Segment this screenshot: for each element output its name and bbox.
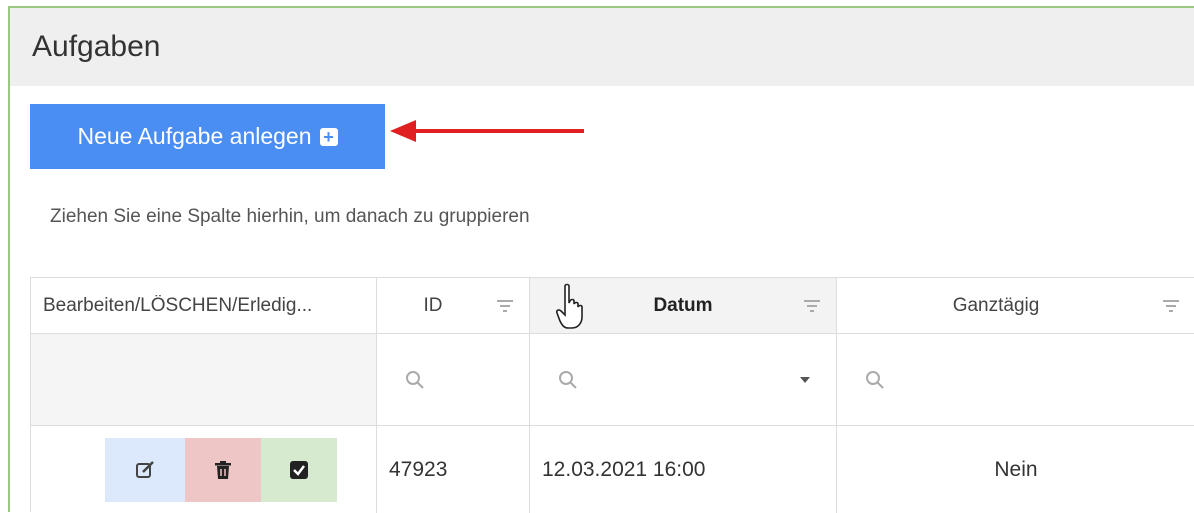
filter-input-id[interactable] — [377, 334, 530, 426]
row-actions — [31, 426, 377, 513]
filter-icon[interactable] — [1161, 296, 1181, 316]
filter-cell-actions — [31, 334, 377, 426]
delete-button[interactable] — [185, 438, 261, 502]
filter-input-datum[interactable] — [530, 334, 837, 426]
chevron-down-icon[interactable] — [800, 377, 810, 383]
trash-icon — [215, 461, 231, 479]
search-icon — [559, 371, 577, 389]
hand-cursor-icon — [556, 283, 583, 329]
filter-icon[interactable] — [802, 296, 822, 316]
new-task-label: Neue Aufgabe anlegen — [77, 123, 312, 149]
table-row: 47923 12.03.2021 16:00 Nein — [31, 426, 1194, 513]
edit-button[interactable] — [105, 438, 185, 502]
cell-ganztaegig: Nein — [837, 426, 1194, 513]
column-header-label: Bearbeiten/LÖSCHEN/Erledig... — [43, 294, 313, 316]
column-header-id[interactable]: ID — [377, 278, 530, 334]
page-title: Aufgaben — [32, 30, 161, 63]
mark-done-button[interactable] — [261, 438, 337, 502]
datum-value: 12.03.2021 16:00 — [542, 457, 706, 481]
column-header-ganztaegig[interactable]: Ganztägig — [837, 278, 1194, 334]
column-header-actions[interactable]: Bearbeiten/LÖSCHEN/Erledig... — [31, 278, 377, 334]
cell-id: 47923 — [377, 426, 530, 513]
new-task-button[interactable]: Neue Aufgabe anlegen + — [30, 104, 385, 169]
search-icon — [866, 371, 884, 389]
ganztaegig-value: Nein — [994, 457, 1038, 481]
filter-icon[interactable] — [495, 296, 515, 316]
filter-input-ganztaegig[interactable] — [837, 334, 1194, 426]
annotation-arrow-icon — [390, 120, 584, 142]
column-header-label: Ganztägig — [952, 294, 1040, 316]
group-panel-hint[interactable]: Ziehen Sie eine Spalte hierhin, um danac… — [50, 206, 530, 228]
filter-row — [31, 334, 1194, 426]
panel-header: Aufgaben — [10, 8, 1194, 86]
search-icon — [406, 371, 424, 389]
cell-datum: 12.03.2021 16:00 — [530, 426, 837, 513]
plus-square-icon: + — [319, 127, 338, 146]
check-square-icon — [290, 461, 308, 479]
edit-icon — [136, 461, 154, 478]
id-value: 47923 — [389, 457, 448, 481]
header-row: Bearbeiten/LÖSCHEN/Erledig... ID Datum G… — [31, 278, 1194, 334]
task-grid: Bearbeiten/LÖSCHEN/Erledig... ID Datum G… — [30, 277, 1194, 513]
